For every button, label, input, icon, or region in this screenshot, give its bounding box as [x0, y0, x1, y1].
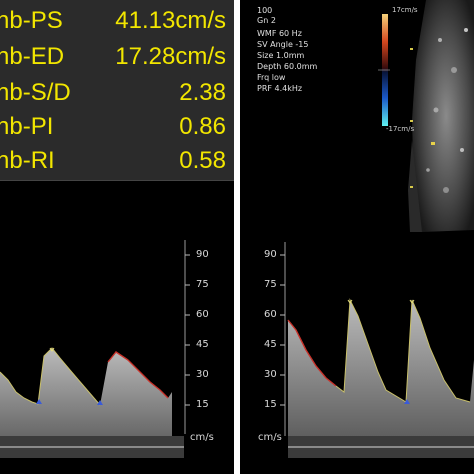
scale-tick-label: 30: [264, 369, 277, 380]
setting-prf: PRF 4.4kHz: [257, 84, 303, 93]
setting-size: Size 1.0mm: [257, 51, 305, 60]
measurement-panel: nb-PS 41.13cm/s nb-ED 17.28cm/s nb-S/D 2…: [0, 0, 234, 181]
scale-tick-label: 60: [264, 309, 277, 320]
measurement-row-ps: nb-PS 41.13cm/s: [0, 6, 226, 36]
scale-tick-label: 15: [196, 399, 209, 410]
scale-tick-label: 75: [264, 279, 277, 290]
measurement-row-sd: nb-S/D 2.38: [0, 78, 226, 108]
colorbar-top-label: 17cm/s: [392, 6, 418, 14]
scale-tick-label: 75: [196, 279, 209, 290]
scale-unit-label: cm/s: [258, 432, 282, 443]
scale-tick-label: 30: [196, 369, 209, 380]
scale-unit-label: cm/s: [190, 432, 214, 443]
measurement-label: nb-PI: [0, 113, 54, 140]
setting-frequency: Frq low: [257, 73, 286, 82]
measurement-label: nb-S/D: [0, 79, 71, 106]
scale-tick-label: 45: [264, 339, 277, 350]
setting-depth: Depth 60.0mm: [257, 62, 318, 71]
measurement-row-pi: nb-PI 0.86: [0, 112, 226, 142]
scale-tick-label: 15: [264, 399, 277, 410]
scale-tick-label: 60: [196, 309, 209, 320]
setting-gain: Gn 2: [257, 16, 276, 25]
measurement-value: 17.28cm/s: [115, 43, 226, 70]
left-doppler-panel: nb-PS 41.13cm/s nb-ED 17.28cm/s nb-S/D 2…: [0, 0, 234, 474]
right-doppler-panel: 100 Gn 2 WMF 60 Hz SV Angle -15 Size 1.0…: [240, 0, 474, 474]
scale-tick-label: 90: [264, 249, 277, 260]
measurement-row-ed: nb-ED 17.28cm/s: [0, 42, 226, 72]
measurement-label: nb-ED: [0, 43, 65, 70]
setting-power: 100: [257, 6, 273, 15]
measurement-label: nb-RI: [0, 147, 55, 174]
scale-tick-label: 45: [196, 339, 209, 350]
measurement-value: 41.13cm/s: [115, 7, 226, 34]
setting-wall-filter: WMF 60 Hz: [257, 29, 302, 38]
measurement-label: nb-PS: [0, 7, 63, 34]
colorbar-bottom-label: -17cm/s: [386, 125, 415, 133]
measurement-value: 0.86: [179, 113, 226, 140]
setting-sv-angle: SV Angle -15: [257, 40, 309, 49]
measurement-row-ri: nb-RI 0.58: [0, 146, 226, 176]
measurement-value: 0.58: [179, 147, 226, 174]
scale-tick-label: 90: [196, 249, 209, 260]
measurement-value: 2.38: [179, 79, 226, 106]
